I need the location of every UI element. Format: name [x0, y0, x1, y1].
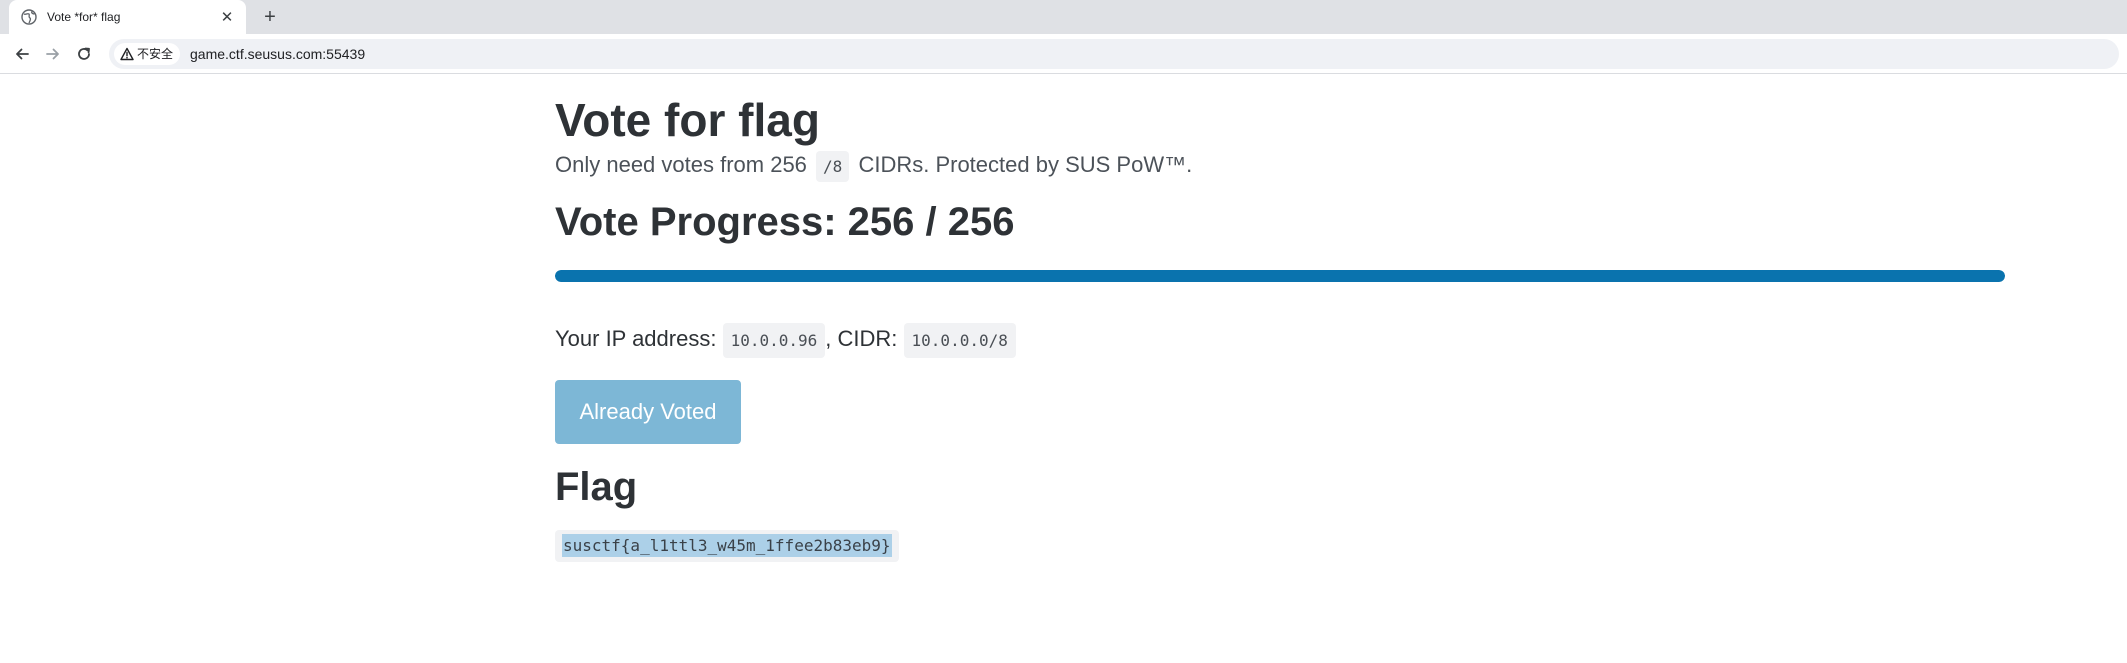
page-content: Vote for flag Only need votes from 256 /…: [555, 90, 2005, 562]
already-voted-button[interactable]: Already Voted: [555, 380, 741, 444]
ip-info: Your IP address: 10.0.0.96, CIDR: 10.0.0…: [555, 320, 2005, 360]
cidr-suffix-code: /8: [816, 151, 850, 182]
progress-heading: Vote Progress: 256 / 256: [555, 200, 1015, 244]
page-subtitle: Only need votes from 256 /8 CIDRs. Prote…: [555, 150, 2005, 182]
warning-triangle-icon: [120, 47, 134, 60]
reload-icon[interactable]: [72, 42, 96, 66]
page-title: Vote for flag: [555, 94, 820, 146]
browser-toolbar: 不安全 game.ctf.seusus.com:55439: [0, 34, 2127, 74]
flag-code-box: susctf{a_l1ttl3_w45m_1ffee2b83eb9}: [555, 530, 899, 562]
ip-value: 10.0.0.96: [722, 323, 826, 358]
vote-progress-bar: [555, 270, 2005, 282]
subtitle-suffix: CIDRs. Protected by SUS PoW™.: [858, 152, 1193, 177]
subtitle-prefix: Only need votes from 256: [555, 152, 807, 177]
security-indicator[interactable]: 不安全: [114, 42, 181, 65]
browser-tab-active[interactable]: Vote *for* flag ✕: [9, 0, 246, 34]
browser-tabstrip: Vote *for* flag ✕ +: [0, 0, 2127, 34]
new-tab-button[interactable]: +: [259, 6, 281, 28]
flag-value[interactable]: susctf{a_l1ttl3_w45m_1ffee2b83eb9}: [562, 534, 892, 557]
security-label: 不安全: [137, 47, 174, 61]
cidr-label: , CIDR:: [825, 326, 898, 351]
globe-icon: [21, 9, 37, 25]
url-text[interactable]: game.ctf.seusus.com:55439: [190, 46, 365, 62]
address-bar[interactable]: 不安全 game.ctf.seusus.com:55439: [109, 38, 2119, 69]
ip-label: Your IP address:: [555, 326, 717, 351]
close-icon[interactable]: ✕: [218, 8, 236, 26]
vote-progress-fill: [555, 270, 2005, 282]
tab-title: Vote *for* flag: [47, 10, 121, 24]
arrow-left-icon[interactable]: [10, 42, 34, 66]
cidr-value: 10.0.0.0/8: [903, 323, 1016, 358]
flag-heading: Flag: [555, 465, 638, 509]
arrow-right-icon[interactable]: [41, 42, 65, 66]
